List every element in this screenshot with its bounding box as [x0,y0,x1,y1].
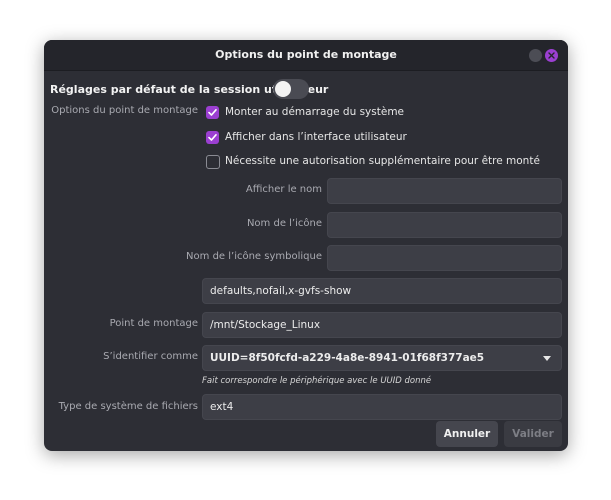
mount-point-label: Point de montage [109,318,198,329]
identify-as-select[interactable]: UUID=8f50fcfd-a229-4a8e-8941-01f68f377ae… [202,345,562,371]
toggle-knob [275,81,291,97]
display-name-input[interactable] [327,178,562,204]
checkbox-mount-at-startup-label[interactable]: Monter au démarrage du système [225,106,404,118]
check-icon [208,109,217,116]
icon-name-label: Nom de l’icône [246,218,322,229]
fs-type-input[interactable]: ext4 [202,394,562,420]
icon-name-input[interactable] [327,212,562,238]
minimize-button[interactable] [529,49,542,62]
mount-options-value: defaults,nofail,x-gvfs-show [210,285,352,297]
window-title: Options du point de montage [215,48,397,61]
close-button[interactable] [545,49,558,62]
session-defaults-toggle[interactable] [273,79,309,99]
display-name-label: Afficher le nom [245,184,322,195]
checkbox-require-auth[interactable] [206,155,220,169]
mount-point-value: /mnt/Stockage_Linux [210,319,321,331]
title-bar: Options du point de montage [44,40,568,71]
mount-options-input[interactable]: defaults,nofail,x-gvfs-show [202,278,562,304]
check-icon [208,134,217,141]
identify-as-label: S’identifier comme [103,351,198,362]
chevron-down-icon [543,356,551,361]
checkbox-require-auth-label[interactable]: Nécessite une autorisation supplémentair… [225,155,540,167]
mount-options-dialog: Options du point de montage Réglages par… [44,40,568,451]
checkbox-show-in-ui[interactable] [206,131,219,144]
mount-point-input[interactable]: /mnt/Stockage_Linux [202,312,562,338]
identify-as-hint: Fait correspondre le périphérique avec l… [202,376,432,386]
identify-as-value: UUID=8f50fcfd-a229-4a8e-8941-01f68f377ae… [210,352,485,364]
symbolic-icon-name-label: Nom de l’icône symbolique [186,251,322,262]
ok-button[interactable]: Valider [504,421,562,447]
close-icon [548,52,555,59]
cancel-button[interactable]: Annuler [436,421,498,447]
checkbox-mount-at-startup[interactable] [206,106,219,119]
mount-options-label: Options du point de montage [51,105,198,116]
symbolic-icon-name-input[interactable] [327,245,562,271]
fs-type-label: Type de système de fichiers [58,401,198,412]
fs-type-value: ext4 [210,401,234,413]
checkbox-show-in-ui-label[interactable]: Afficher dans l’interface utilisateur [225,131,407,143]
